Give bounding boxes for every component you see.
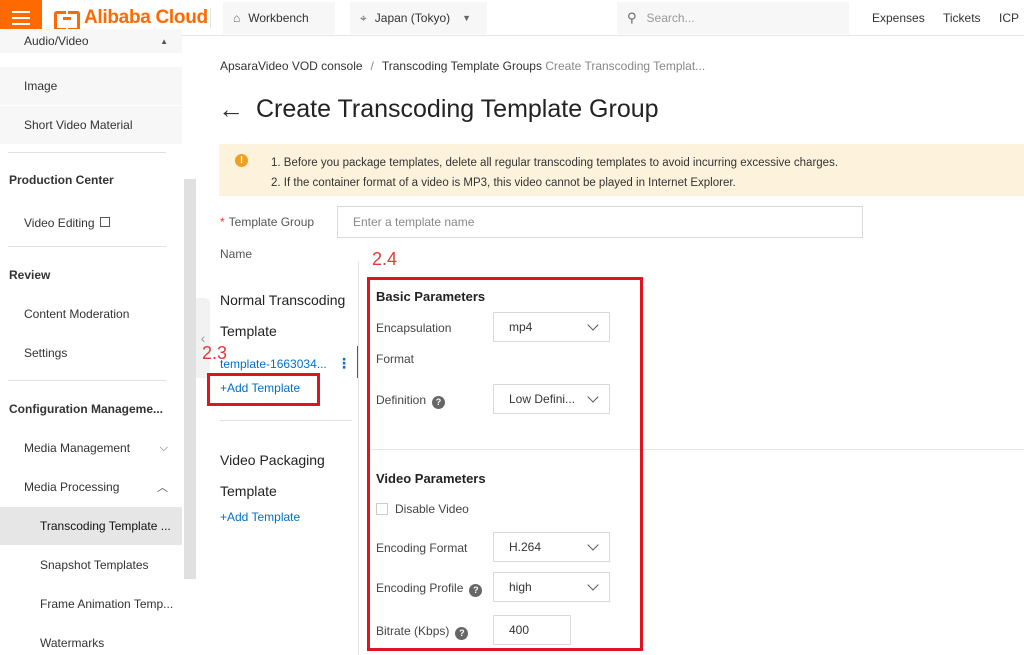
icp-link[interactable]: ICP xyxy=(999,11,1019,25)
breadcrumb-current: Create Transcoding Templat... xyxy=(545,59,706,73)
add-packaging-template-button[interactable]: +Add Template xyxy=(220,510,300,524)
chevron-up-icon: ︿ xyxy=(157,482,168,494)
sidebar-item-label: Media Processing xyxy=(24,480,120,494)
breadcrumb-root[interactable]: ApsaraVideo VOD console xyxy=(220,59,363,73)
sidebar-item-label: Transcoding Template ... xyxy=(40,519,171,533)
sidebar-item-transcoding-templates[interactable]: Transcoding Template ... xyxy=(0,507,182,545)
sidebar-item-settings[interactable]: Settings xyxy=(0,334,182,372)
caret-up-icon: ▲ xyxy=(160,36,168,46)
chevron-down-icon: ▼ xyxy=(462,13,472,23)
chevron-down-icon: ⌵ xyxy=(159,441,168,454)
section-review: Review xyxy=(0,256,182,294)
template-group-name-input[interactable] xyxy=(337,206,863,238)
sidebar-item-video-editing[interactable]: Video Editing xyxy=(0,204,182,242)
warning-notice: ! 1. Before you package templates, delet… xyxy=(219,144,1024,196)
page-title-text: Create Transcoding Template Group xyxy=(256,95,659,123)
expenses-link[interactable]: Expenses xyxy=(872,11,925,25)
sidebar-scrollbar[interactable] xyxy=(184,179,196,579)
sidebar-item-snapshot-templates[interactable]: Snapshot Templates xyxy=(0,546,182,584)
region-label: Japan (Tokyo) xyxy=(374,11,451,25)
sidebar-item-label: Short Video Material xyxy=(24,118,133,132)
external-link-icon xyxy=(99,217,110,227)
annotation-box-2-4 xyxy=(367,277,643,651)
search-input[interactable]: ⚲ Search... xyxy=(617,2,849,34)
divider xyxy=(8,246,166,247)
sidebar-item-label: Content Moderation xyxy=(24,307,130,321)
sidebar-item-label: Watermarks xyxy=(40,636,105,650)
search-icon: ⚲ xyxy=(627,10,637,25)
collapse-sidebar-handle[interactable]: ‹ xyxy=(196,298,210,378)
sidebar-item-media-processing[interactable]: Media Processing ︿ xyxy=(0,468,182,506)
sidebar: Audio/Video ▲ Image Short Video Material… xyxy=(0,29,196,655)
divider xyxy=(210,8,211,28)
sidebar-item-label: Settings xyxy=(24,346,68,360)
divider xyxy=(8,152,166,153)
home-icon: ⌂ xyxy=(233,11,241,25)
sidebar-item-frame-animation-templates[interactable]: Frame Animation Temp... xyxy=(0,585,182,623)
tickets-link[interactable]: Tickets xyxy=(943,11,981,25)
workbench-button[interactable]: ⌂ Workbench xyxy=(223,2,335,34)
notice-line-2: 2. If the container format of a video is… xyxy=(271,177,736,189)
template-group-label-line2: Name xyxy=(220,247,253,261)
search-placeholder: Search... xyxy=(646,11,695,25)
alibaba-cloud-logo[interactable]: Alibaba Cloud xyxy=(54,7,208,31)
template-list-item[interactable]: template-1663034... xyxy=(220,357,327,371)
section-configuration-management: Configuration Manageme... xyxy=(0,390,182,428)
sidebar-item-watermarks[interactable]: Watermarks xyxy=(0,624,182,655)
divider xyxy=(8,380,166,381)
breadcrumb-groups[interactable]: Transcoding Template Groups xyxy=(382,59,542,73)
sidebar-item-label: Audio/Video xyxy=(24,34,89,48)
location-pin-icon: ⌖ xyxy=(360,10,367,25)
normal-transcoding-template-title: Normal Transcoding Template xyxy=(220,292,346,339)
breadcrumb: ApsaraVideo VOD console / Transcoding Temp… xyxy=(220,59,706,73)
sidebar-item-label: Image xyxy=(24,79,58,93)
sidebar-item-label: Media Management xyxy=(24,441,131,455)
sidebar-item-audio-video[interactable]: Audio/Video ▲ xyxy=(0,29,182,53)
section-production-center: Production Center xyxy=(0,161,182,199)
video-packaging-template-title: Video Packaging Template xyxy=(220,452,325,499)
warning-icon: ! xyxy=(235,154,248,167)
divider xyxy=(220,420,352,421)
sidebar-item-label: Video Editing xyxy=(24,216,95,230)
column-divider xyxy=(358,262,359,655)
template-group-label: * Template Group xyxy=(220,215,315,229)
sidebar-item-image[interactable]: Image xyxy=(0,67,182,105)
sidebar-item-content-moderation[interactable]: Content Moderation xyxy=(0,295,182,333)
logo-mark-icon xyxy=(54,8,80,31)
annotation-box-2-3 xyxy=(207,373,320,406)
sidebar-item-short-video-material[interactable]: Short Video Material xyxy=(0,106,182,144)
sidebar-item-label: Snapshot Templates xyxy=(40,558,149,572)
sidebar-item-media-management[interactable]: Media Management ⌵ xyxy=(0,429,182,467)
annotation-2-4: 2.4 xyxy=(372,249,398,269)
sidebar-item-label: Frame Animation Temp... xyxy=(40,597,174,611)
more-options-icon[interactable]: ⋮ xyxy=(337,355,351,372)
notice-line-1: 1. Before you package templates, delete … xyxy=(271,157,839,169)
workbench-label: Workbench xyxy=(248,11,309,25)
back-arrow-icon[interactable]: ← xyxy=(218,94,244,125)
page-title: ← Create Transcoding Template Group xyxy=(218,94,659,125)
logo-text: Alibaba Cloud xyxy=(84,7,208,28)
region-selector[interactable]: ⌖ Japan (Tokyo) ▼ xyxy=(350,2,487,34)
